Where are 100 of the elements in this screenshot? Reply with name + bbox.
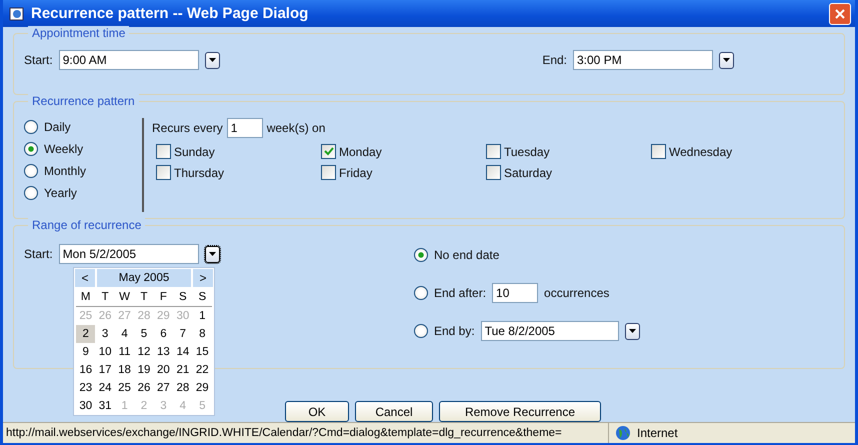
calendar-day[interactable]: 15 xyxy=(192,343,212,361)
radio-button[interactable] xyxy=(24,164,38,178)
checkbox[interactable] xyxy=(321,165,336,180)
calendar-day[interactable]: 16 xyxy=(76,361,96,379)
radio-button[interactable] xyxy=(414,248,428,262)
time-field[interactable]: 3:00 PM xyxy=(573,50,713,70)
checkbox-label: Tuesday xyxy=(504,144,550,158)
dialog-button[interactable]: OK xyxy=(285,401,349,422)
calendar-day[interactable]: 1 xyxy=(192,307,212,325)
calendar-day[interactable]: 8 xyxy=(192,325,212,343)
calendar-day[interactable]: 4 xyxy=(114,325,134,343)
date-field[interactable]: Mon 5/2/2005 xyxy=(58,244,199,264)
weekday-label: S xyxy=(192,288,212,307)
close-button[interactable] xyxy=(829,2,851,24)
calendar-day[interactable]: 17 xyxy=(95,361,115,379)
recurs-label: Recurs every xyxy=(152,121,223,135)
field-label: Start: xyxy=(24,247,53,261)
calendar-day[interactable]: 7 xyxy=(173,325,193,343)
radio-label: Yearly xyxy=(44,186,77,200)
radio-label: Monthly xyxy=(44,164,86,178)
checkbox-label: Sunday xyxy=(174,144,215,158)
checkbox-label: Saturday xyxy=(504,166,552,180)
month-title: May 2005 xyxy=(95,269,193,287)
calendar-day[interactable]: 3 xyxy=(95,325,115,343)
checkbox[interactable] xyxy=(651,144,666,159)
caret-icon xyxy=(208,58,216,62)
calendar-day[interactable]: 29 xyxy=(192,379,212,397)
radio-button[interactable] xyxy=(24,142,38,156)
calendar-day[interactable]: 18 xyxy=(114,361,134,379)
calendar-day[interactable]: 20 xyxy=(154,361,174,379)
calendar-day[interactable]: 2 xyxy=(76,325,96,343)
calendar-day[interactable]: 28 xyxy=(173,379,193,397)
group-title: Recurrence pattern xyxy=(28,94,139,108)
group-title: Appointment time xyxy=(28,26,130,40)
calendar-day[interactable]: 25 xyxy=(114,379,134,397)
radio-label: End after: xyxy=(434,286,486,300)
radio-button[interactable] xyxy=(24,120,38,134)
calendar-day[interactable]: 13 xyxy=(154,343,174,361)
calendar-day[interactable]: 24 xyxy=(95,379,115,397)
dialog-button[interactable]: Remove Recurrence xyxy=(439,401,601,422)
zone-label: Internet xyxy=(637,426,678,440)
checkbox-label: Thursday xyxy=(174,166,224,180)
checkbox[interactable] xyxy=(486,144,501,159)
checkbox[interactable] xyxy=(156,144,171,159)
field-label: Start: xyxy=(24,53,53,67)
weekday-label: F xyxy=(154,288,174,307)
unit-label: week(s) on xyxy=(266,121,326,135)
checkbox[interactable] xyxy=(156,165,171,180)
globe-icon xyxy=(615,425,631,441)
radio-button[interactable] xyxy=(24,186,38,200)
weekday-label: T xyxy=(95,288,115,307)
checkbox[interactable] xyxy=(486,165,501,180)
next-month-button[interactable]: > xyxy=(193,269,213,287)
previous-month-button[interactable]: < xyxy=(75,269,95,287)
radio-button[interactable] xyxy=(414,324,428,338)
field-label: End: xyxy=(542,53,567,67)
calendar-day[interactable]: 11 xyxy=(114,343,134,361)
dropdown-button[interactable] xyxy=(204,52,220,68)
calendar-day[interactable]: 27 xyxy=(154,379,174,397)
weekday-label: S xyxy=(173,288,193,307)
radio-label: Weekly xyxy=(44,142,84,156)
count-field[interactable]: 10 xyxy=(492,283,538,303)
status-url: http://mail.webservices/exchange/INGRID.WHITE/Calendar/?Cmd=dialog&template=dlg_recurrence&theme= xyxy=(3,423,609,443)
radio-label: End by: xyxy=(434,324,475,338)
dropdown-button[interactable] xyxy=(624,322,640,340)
calendar-day[interactable]: 10 xyxy=(95,343,115,361)
window-icon xyxy=(9,6,25,22)
calendar-day[interactable]: 21 xyxy=(173,361,193,379)
time-field[interactable]: 9:00 AM xyxy=(58,50,199,70)
radio-label: Daily xyxy=(44,120,71,134)
check-icon xyxy=(324,147,334,156)
calendar-day[interactable]: 22 xyxy=(192,361,212,379)
radio-button[interactable] xyxy=(414,286,428,300)
dropdown-button[interactable] xyxy=(719,52,734,68)
interval-field[interactable]: 1 xyxy=(226,118,263,138)
calendar-day[interactable]: 6 xyxy=(154,325,174,343)
calendar-day[interactable]: 23 xyxy=(76,379,96,397)
calendar-day[interactable]: 5 xyxy=(134,325,154,343)
calendar-day[interactable]: 31 xyxy=(95,397,115,415)
calendar-day[interactable]: 26 xyxy=(134,379,154,397)
calendar-day[interactable]: 19 xyxy=(134,361,154,379)
caret-icon xyxy=(628,329,636,333)
unit-label: occurrences xyxy=(544,286,610,300)
checkbox-label: Monday xyxy=(339,144,382,158)
close-icon xyxy=(834,8,846,20)
group-title: Range of recurrence xyxy=(28,218,146,232)
calendar-day[interactable]: 12 xyxy=(134,343,154,361)
dropdown-button[interactable] xyxy=(204,246,220,262)
calendar-day[interactable]: 30 xyxy=(76,397,96,415)
weekday-label: M xyxy=(76,288,96,307)
caret-icon xyxy=(723,58,730,62)
radio-label: No end date xyxy=(434,248,500,262)
caret-icon xyxy=(208,252,216,256)
weekday-label: W xyxy=(114,288,134,307)
calendar-day[interactable]: 9 xyxy=(76,343,96,361)
checkbox-label: Wednesday xyxy=(669,144,732,158)
dialog-button[interactable]: Cancel xyxy=(355,401,433,422)
calendar-day[interactable]: 14 xyxy=(173,343,193,361)
checkbox[interactable] xyxy=(321,144,336,159)
date-field[interactable]: Tue 8/2/2005 xyxy=(480,321,619,341)
